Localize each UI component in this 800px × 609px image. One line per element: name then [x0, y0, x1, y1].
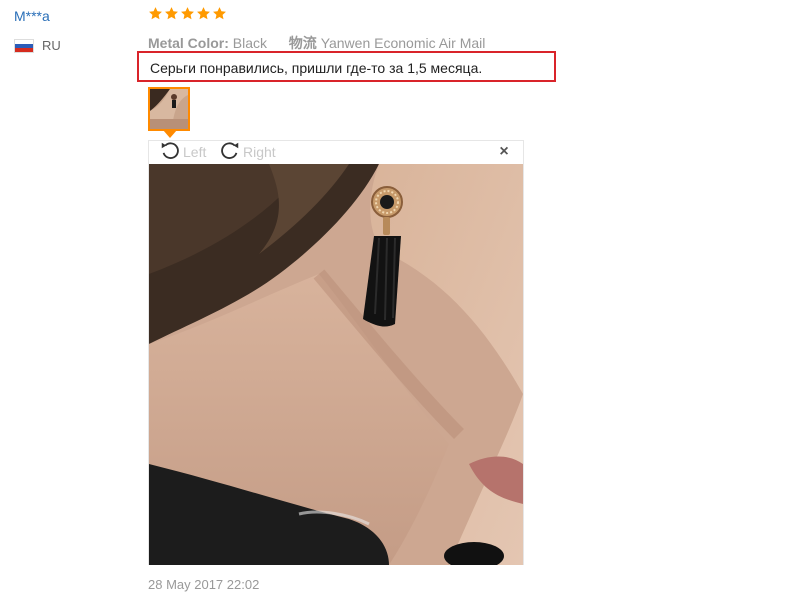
star-icon	[164, 6, 179, 21]
viewer-toolbar: Left Right ×	[149, 141, 523, 164]
review-text: Серьги понравились, пришли где-то за 1,5…	[150, 60, 483, 76]
star-icon	[212, 6, 227, 21]
country-code: RU	[42, 38, 61, 53]
rotate-right-button[interactable]: Right	[219, 141, 276, 163]
reviewer-country: RU	[14, 38, 61, 53]
star-icon	[180, 6, 195, 21]
shipping-label: 物流	[288, 35, 317, 51]
close-icon[interactable]: ×	[497, 144, 511, 160]
review-attributes: Metal Color: Black 物流 Yanwen Economic Ai…	[148, 33, 485, 53]
star-icon	[196, 6, 211, 21]
star-icon	[148, 6, 163, 21]
review-date: 28 May 2017 22:02	[148, 577, 260, 592]
rotate-right-label: Right	[243, 144, 276, 160]
russia-flag-icon	[14, 38, 34, 53]
metal-color-label: Metal Color:	[148, 35, 229, 51]
review-photo-thumbnail[interactable]	[148, 87, 190, 131]
review-highlight-box: Серьги понравились, пришли где-то за 1,5…	[137, 51, 556, 82]
metal-color-value: Black	[232, 35, 268, 51]
photo-viewer: Left Right ×	[148, 140, 524, 565]
shipping-value: Yanwen Economic Air Mail	[320, 35, 486, 51]
review-photo	[149, 164, 523, 565]
rotate-left-label: Left	[183, 144, 207, 160]
reviewer-name[interactable]: M***a	[14, 8, 50, 24]
thumbnail-pointer	[163, 130, 177, 138]
star-rating	[148, 6, 227, 21]
rotate-right-icon	[219, 140, 241, 165]
rotate-left-icon	[159, 140, 181, 165]
rotate-left-button[interactable]: Left	[159, 141, 206, 163]
